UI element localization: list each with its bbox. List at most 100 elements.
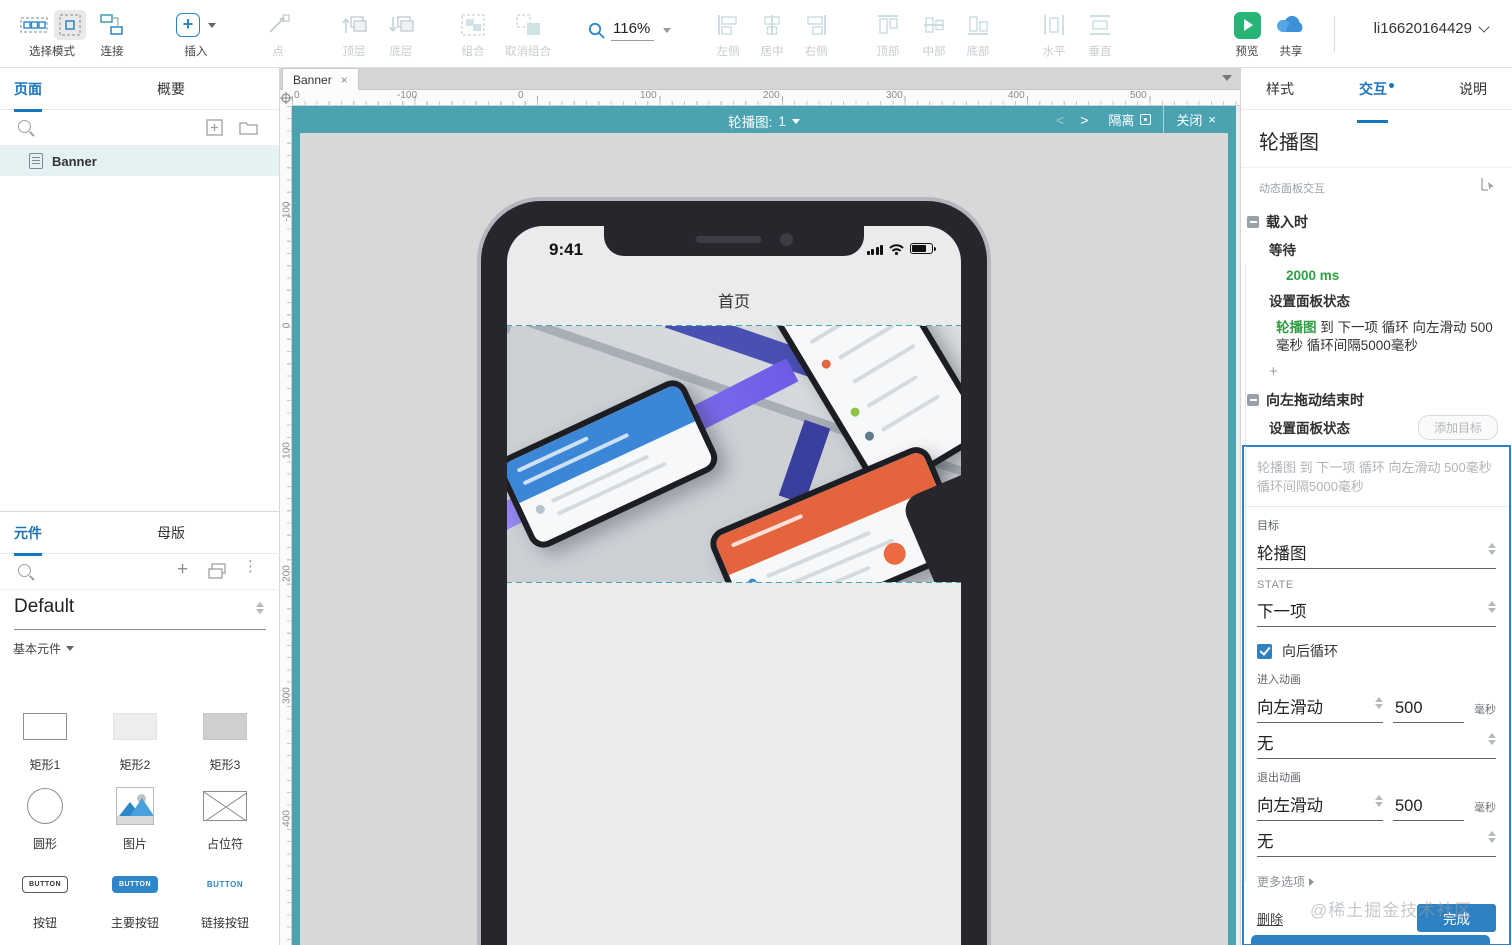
connect-button[interactable]: 连接 <box>92 9 132 59</box>
state-select[interactable]: 下一项 <box>1257 593 1496 627</box>
add-target-button[interactable]: 添加目标 <box>1417 415 1498 440</box>
group-icon <box>461 14 485 36</box>
link-button-icon: BUTTON <box>206 880 244 889</box>
widget-rect3[interactable]: 矩形3 <box>180 702 270 775</box>
collapse-icon[interactable] <box>1247 394 1259 406</box>
action-set-panel-state[interactable]: 设置面板状态 添加目标 <box>1241 415 1512 440</box>
widget-primary-button[interactable]: BUTTON 主要按钮 <box>90 860 180 933</box>
ungroup-button: 取消组合 <box>498 9 558 59</box>
more-options-button[interactable]: 更多选项 <box>1257 873 1496 890</box>
share-button[interactable]: 共享 <box>1272 9 1310 59</box>
distribute-horizontal-icon <box>1044 15 1064 35</box>
add-action-button[interactable]: + <box>1241 363 1512 380</box>
search-icon[interactable] <box>18 120 31 133</box>
cursor-target-icon[interactable] <box>1480 176 1496 192</box>
tab-widgets[interactable]: 元件 <box>14 523 42 556</box>
multi-select-icon[interactable] <box>18 10 50 40</box>
event-drag-left-end[interactable]: 向左拖动结束时 <box>1241 390 1512 410</box>
bottom-layer-button: 底层 <box>379 9 423 59</box>
delete-action-link[interactable]: 删除 <box>1257 909 1283 928</box>
widget-h2[interactable]: H2二级标题 <box>90 939 180 945</box>
stepper-icon[interactable] <box>256 602 264 614</box>
library-select[interactable]: Default <box>0 592 280 630</box>
collapse-icon[interactable] <box>1247 216 1259 228</box>
wifi-icon <box>889 244 904 255</box>
search-icon[interactable] <box>18 564 31 577</box>
widget-image[interactable]: 图片 <box>90 781 180 854</box>
preview-button[interactable]: 预览 <box>1228 9 1266 59</box>
prev-state-button: < <box>1056 111 1065 128</box>
phone-mockup: 9:41 首页 <box>477 197 991 945</box>
set-panel-state-form: 轮播图 到 下一项 循环 向左滑动 500毫秒 循环间隔5000毫秒 目标 轮播… <box>1242 445 1511 945</box>
tab-list-chevron-icon[interactable] <box>1222 75 1232 81</box>
set-state-description[interactable]: 轮播图 到 下一项 循环 向左滑动 500毫秒 循环间隔5000毫秒 <box>1241 319 1512 355</box>
chevron-down-icon[interactable] <box>663 28 672 33</box>
widget-h3[interactable]: H3三级标题 <box>180 939 270 945</box>
checkbox-checked[interactable] <box>1257 643 1272 659</box>
tab-interaction[interactable]: 交互 <box>1357 79 1394 123</box>
action-wait[interactable]: 等待 <box>1241 239 1512 259</box>
widget-button[interactable]: BUTTON 按钮 <box>0 860 90 933</box>
tab-banner[interactable]: Banner × <box>282 68 359 90</box>
horizontal-ruler: 0 -100 0 100 200 300 400 500 <box>292 90 1240 106</box>
account-menu[interactable]: li16620164429 <box>1373 20 1490 37</box>
isolate-button[interactable]: 隔离 <box>1096 106 1163 133</box>
add-library-icon[interactable]: + <box>177 559 188 581</box>
widget-link-button[interactable]: BUTTON 链接按钮 <box>180 860 270 933</box>
phone-screen: 9:41 首页 <box>507 226 961 945</box>
exit-duration-input[interactable]: 500 <box>1393 792 1464 821</box>
widget-h1[interactable]: H1一级标题 <box>0 939 90 945</box>
carousel-image[interactable] <box>507 325 961 583</box>
tab-masters[interactable]: 母版 <box>157 523 185 543</box>
enter-easing-select[interactable]: 无 <box>1257 725 1496 759</box>
loop-backward-row: 向后循环 <box>1257 641 1496 661</box>
exit-animation-select[interactable]: 向左滑动 <box>1257 787 1383 821</box>
single-select-icon[interactable] <box>54 10 86 40</box>
isolation-bar: 轮播图: 1 < > 隔离 关闭 × <box>300 106 1228 133</box>
kebab-menu-icon[interactable]: ⋮ <box>243 557 258 575</box>
enter-duration-input[interactable]: 500 <box>1393 694 1464 723</box>
folder-icon[interactable] <box>239 120 258 135</box>
widget-rect1[interactable]: 矩形1 <box>0 702 90 775</box>
tab-style[interactable]: 样式 <box>1266 79 1294 109</box>
add-page-icon[interactable] <box>206 119 223 136</box>
wait-value[interactable]: 2000 ms <box>1241 268 1512 283</box>
zoom-control[interactable]: 116% <box>588 20 672 41</box>
widget-circle[interactable]: 圆形 <box>0 781 90 854</box>
widget-placeholder[interactable]: 占位符 <box>180 781 270 854</box>
chevron-down-icon <box>1478 20 1490 33</box>
tab-outline[interactable]: 概要 <box>157 79 185 99</box>
page-item-banner[interactable]: Banner <box>0 146 279 176</box>
pen-icon <box>269 14 290 33</box>
username: li16620164429 <box>1373 20 1472 37</box>
state-label: STATE <box>1257 579 1294 591</box>
section-basic-widgets[interactable]: 基本元件 <box>0 630 280 657</box>
event-onload[interactable]: 载入时 <box>1241 212 1512 232</box>
exit-duration-unit: 毫秒 <box>1474 802 1496 814</box>
library-stack-icon[interactable] <box>208 563 227 580</box>
widget-name-field[interactable]: 轮播图 <box>1241 110 1512 159</box>
toolbar-divider <box>1334 16 1335 52</box>
enter-animation-select[interactable]: 向左滑动 <box>1257 689 1383 723</box>
next-state-button[interactable]: > <box>1072 112 1096 128</box>
chevron-down-icon <box>791 118 800 124</box>
tab-note[interactable]: 说明 <box>1459 79 1487 109</box>
canvas-body[interactable]: 9:41 首页 <box>292 133 1236 945</box>
tab-pages[interactable]: 页面 <box>14 79 42 112</box>
widget-rect2[interactable]: 矩形2 <box>90 702 180 775</box>
isolate-icon <box>1140 114 1152 125</box>
target-select[interactable]: 轮播图 <box>1257 535 1496 569</box>
select-mode-button[interactable]: 选择模式 <box>12 9 92 59</box>
zoom-level[interactable]: 116% <box>611 20 655 41</box>
stepper-icon <box>1488 543 1496 555</box>
chevron-down-icon[interactable] <box>208 22 216 28</box>
stepper-icon <box>1375 697 1383 709</box>
action-set-panel-state[interactable]: 设置面板状态 <box>1241 290 1512 310</box>
close-icon[interactable]: × <box>341 73 348 87</box>
image-icon <box>116 786 154 825</box>
close-isolation-button[interactable]: 关闭 × <box>1164 106 1228 133</box>
rect1-icon <box>23 713 67 740</box>
insert-button[interactable]: + 插入 <box>168 9 224 59</box>
exit-easing-select[interactable]: 无 <box>1257 823 1496 857</box>
left-sidebar: 页面 概要 Banner 元件 母版 + ⋮ Default 基本元件 矩形1 … <box>0 68 280 945</box>
